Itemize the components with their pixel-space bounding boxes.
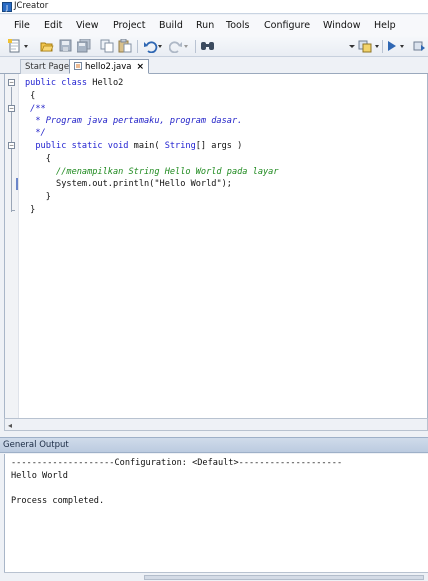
paste-icon[interactable]	[118, 39, 132, 53]
output-panel-header: General Output	[0, 437, 428, 453]
title-bar: J JCreator	[0, 0, 428, 14]
new-file-icon[interactable]	[8, 39, 30, 53]
hello2-tab-label: hello2.java	[85, 62, 132, 72]
code-token: {	[25, 91, 36, 101]
code-line: public static void main( String[] args )	[25, 141, 242, 151]
fold-end-marker	[11, 210, 15, 211]
menu-project[interactable]: Project	[113, 20, 146, 31]
code-token: }	[25, 192, 51, 202]
editor-horizontal-scrollbar[interactable]: ◂	[4, 418, 428, 431]
redo-icon[interactable]	[169, 39, 191, 53]
menu-view[interactable]: View	[76, 20, 99, 31]
code-token: }	[25, 205, 36, 215]
menu-help[interactable]: Help	[374, 20, 396, 31]
fold-toggle-icon[interactable]: −	[8, 105, 15, 112]
code-token: String	[164, 141, 196, 151]
fold-toggle-icon[interactable]: −	[8, 79, 15, 86]
output-line: Hello World	[11, 471, 68, 481]
menu-edit[interactable]: Edit	[44, 20, 62, 31]
code-line: */	[25, 128, 46, 138]
toolbar-more-icon[interactable]	[412, 39, 426, 53]
code-token: main(	[133, 141, 165, 151]
undo-icon[interactable]	[143, 39, 165, 53]
code-editor[interactable]: − − − public class Hello2 { /** * Program …	[4, 74, 428, 418]
code-line: {	[25, 154, 51, 164]
tab-hello2-java[interactable]: hello2.java ×	[69, 59, 150, 74]
close-tab-icon[interactable]: ×	[136, 62, 144, 72]
editor-tab-strip: Start Page hello2.java ×	[0, 57, 428, 74]
code-token: public static void	[25, 141, 134, 151]
general-output-panel[interactable]: --------------------Configuration: <Defa…	[4, 454, 428, 572]
scroll-left-icon[interactable]: ◂	[8, 421, 12, 430]
code-token: public class	[25, 78, 93, 88]
menu-window[interactable]: Window	[323, 20, 360, 31]
output-scroll-thumb[interactable]	[144, 575, 424, 580]
window-title: JCreator	[14, 1, 49, 11]
code-token: );	[221, 179, 232, 189]
code-token: */	[25, 128, 46, 138]
output-horizontal-scrollbar[interactable]	[4, 572, 428, 581]
modified-line-marker	[16, 178, 18, 190]
code-line: }	[25, 192, 51, 202]
toolbar	[0, 36, 428, 57]
code-line: }	[25, 205, 35, 215]
menu-bar: File Edit View Project Build Run Tools C…	[0, 15, 428, 36]
jcreator-app-icon: J	[2, 2, 12, 12]
build-icon[interactable]	[358, 39, 382, 53]
code-token: * Program java pertamaku, program dasar.	[25, 116, 243, 126]
code-line: * Program java pertamaku, program dasar.	[25, 116, 242, 126]
svg-text:J: J	[5, 4, 8, 12]
tab-start-page[interactable]: Start Page	[20, 59, 75, 74]
save-all-icon[interactable]	[77, 39, 91, 53]
copy-icon[interactable]	[100, 39, 114, 53]
code-token: Hello2	[92, 78, 124, 88]
code-token: System.out.println(	[25, 179, 155, 189]
code-token: /**	[25, 104, 46, 114]
code-token: //menampilkan String Hello World pada la…	[25, 167, 279, 177]
code-line: public class Hello2	[25, 78, 123, 88]
java-file-icon	[74, 62, 82, 70]
code-token: "Hello World"	[154, 179, 222, 189]
code-line: /**	[25, 104, 46, 114]
start-page-tab-label: Start Page	[25, 62, 70, 72]
code-token: {	[25, 154, 51, 164]
find-icon[interactable]	[200, 39, 216, 53]
code-line: {	[25, 91, 35, 101]
open-folder-icon[interactable]	[40, 39, 54, 53]
menu-build[interactable]: Build	[159, 20, 183, 31]
code-token: [] args )	[195, 141, 243, 151]
output-line: Process completed.	[11, 496, 105, 506]
output-line: --------------------Configuration: <Defa…	[11, 458, 343, 468]
code-line: System.out.println("Hello World");	[25, 179, 232, 189]
run-icon[interactable]	[386, 39, 408, 53]
code-line: //menampilkan String Hello World pada la…	[25, 167, 279, 177]
menu-file[interactable]: File	[14, 20, 30, 31]
fold-toggle-icon[interactable]: −	[8, 142, 15, 149]
menu-run[interactable]: Run	[196, 20, 214, 31]
dropdown-arrow-icon[interactable]	[348, 39, 356, 53]
menu-configure[interactable]: Configure	[264, 20, 310, 31]
menu-tools[interactable]: Tools	[226, 20, 249, 31]
save-icon[interactable]	[59, 39, 72, 53]
output-panel-title: General Output	[3, 440, 69, 450]
editor-gutter	[5, 74, 19, 418]
